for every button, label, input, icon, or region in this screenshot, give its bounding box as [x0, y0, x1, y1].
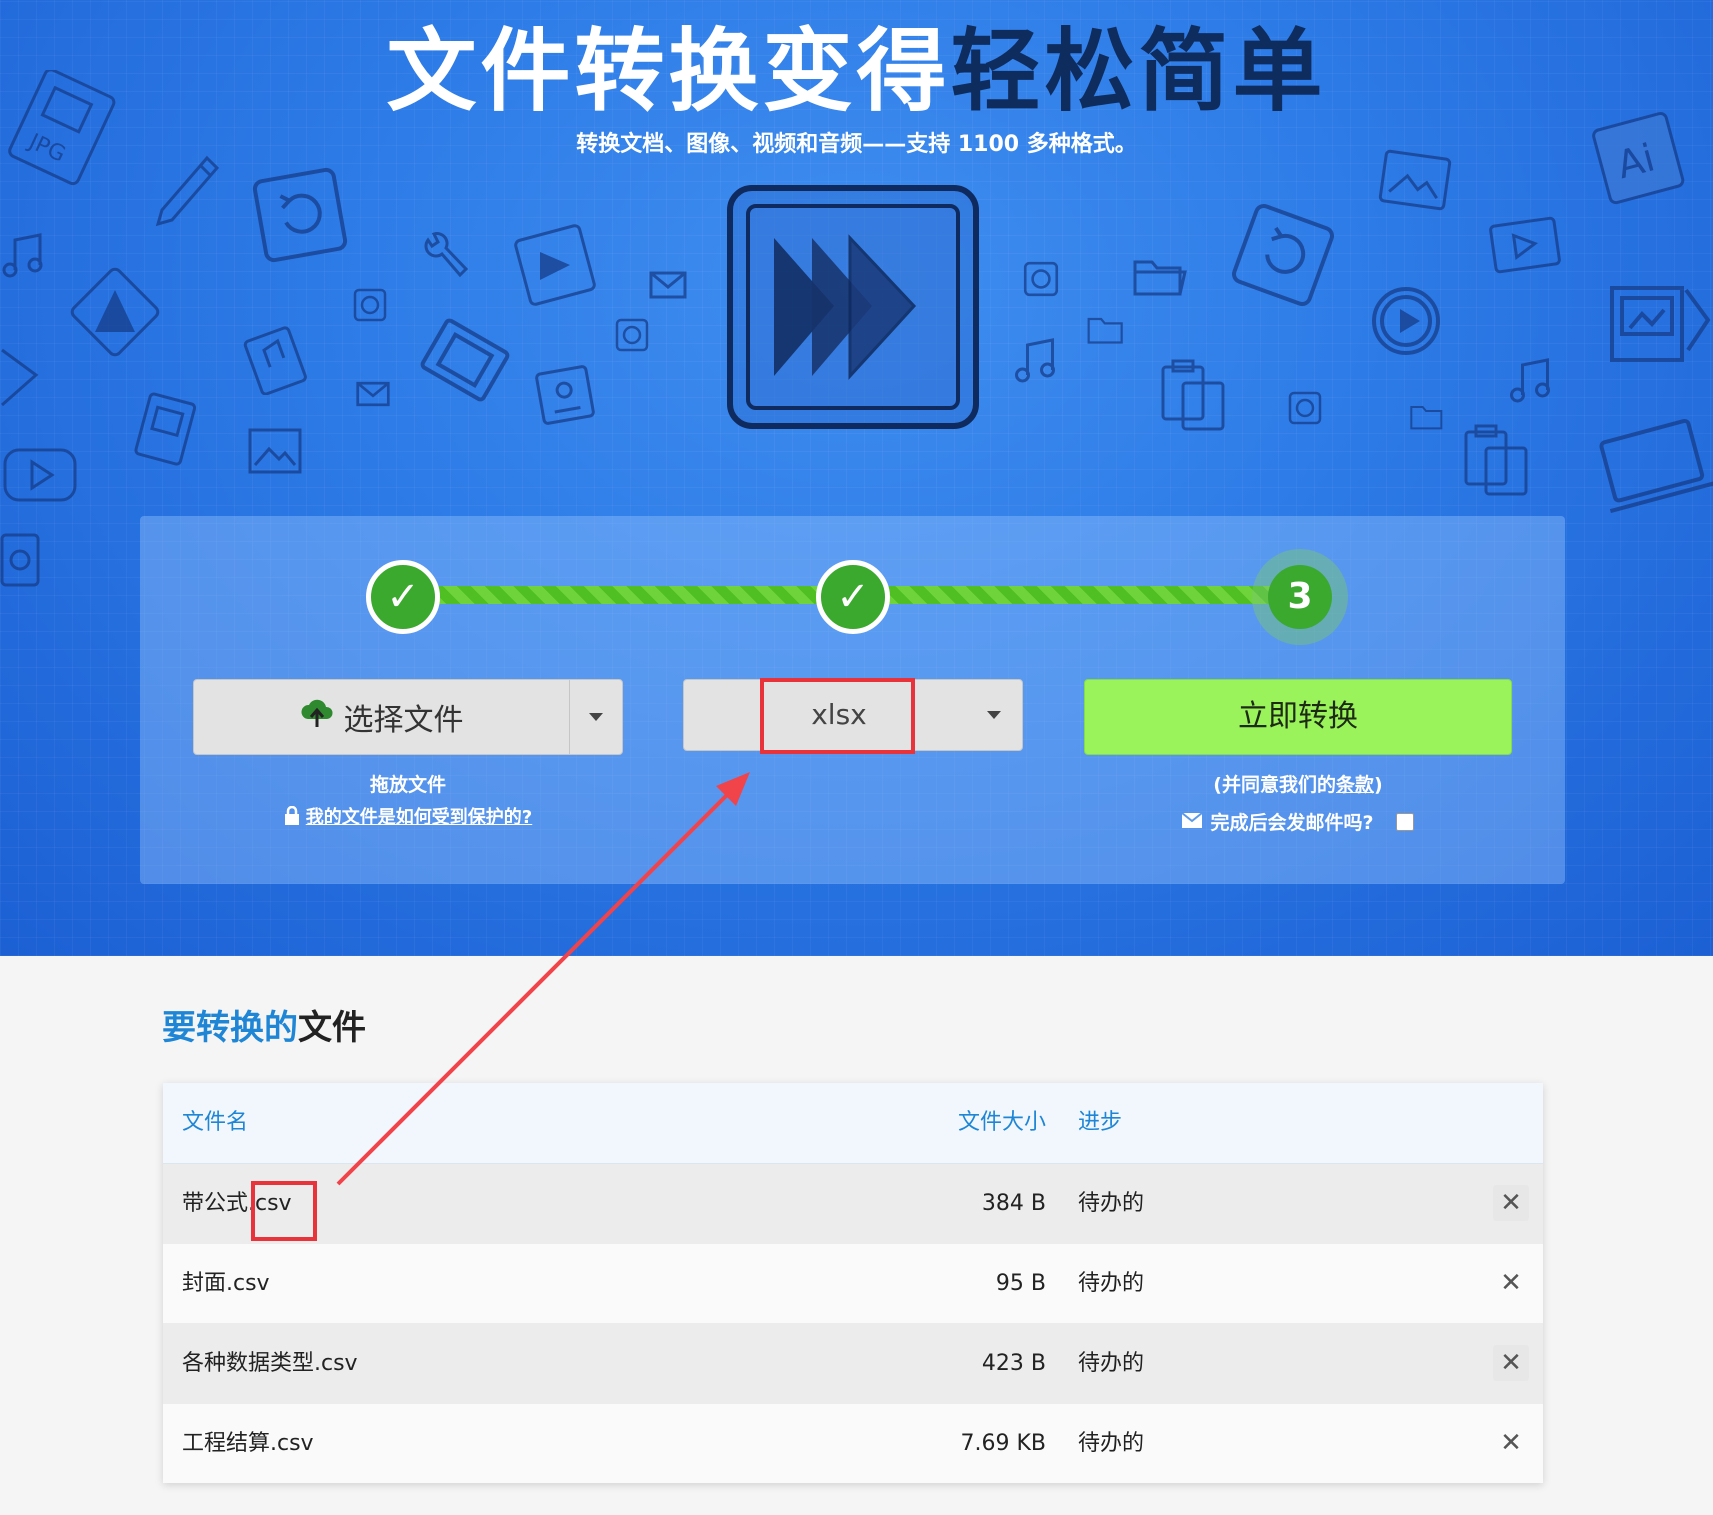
format-dropdown-toggle[interactable]	[966, 680, 1022, 750]
envelope-icon	[1181, 811, 1204, 833]
column-header-size[interactable]: 文件大小	[958, 1083, 1046, 1163]
protect-link[interactable]: 我的文件是如何受到保护的?	[306, 807, 532, 828]
email-checkbox[interactable]	[1395, 812, 1414, 831]
email-label: 完成后会发邮件吗?	[1210, 812, 1374, 834]
cloud-upload-icon	[300, 697, 334, 737]
page-title-part1: 文件转换变得	[386, 19, 951, 124]
table-header: 文件名 文件大小 进步	[163, 1083, 1543, 1164]
mov-file-icon	[130, 390, 200, 470]
step-2-check-icon: ✓	[816, 560, 890, 634]
column-header-name[interactable]: 文件名	[182, 1083, 248, 1163]
contact-file-icon	[530, 360, 600, 430]
table-row: 工程结算.csv 7.69 KB 待办的 ✕	[163, 1404, 1543, 1483]
round-play-icon	[0, 335, 40, 415]
file-size: 423 B	[981, 1351, 1046, 1376]
table-row: 封面.csv 95 B 待办的 ✕	[163, 1244, 1543, 1324]
file-size: 95 B	[995, 1271, 1046, 1296]
refresh-small-icon	[350, 285, 390, 325]
remove-file-close-icon[interactable]: ✕	[1493, 1345, 1529, 1381]
music-note-icon-3	[1505, 355, 1560, 405]
refresh-small-icon-3	[1020, 258, 1062, 300]
play-button-icon	[0, 440, 80, 510]
files-table: 文件名 文件大小 进步 带公式.csv 384 B 待办的 ✕ 封面.csv 9…	[163, 1083, 1543, 1483]
terms-prefix: (并同意我们的	[1213, 774, 1336, 796]
refresh-small-icon-4	[1285, 385, 1325, 431]
folder-small-icon	[1085, 310, 1129, 350]
file-name: 封面.csv	[182, 1271, 270, 1296]
choose-file-label: 选择文件	[343, 703, 464, 738]
choose-file-dropdown-toggle[interactable]	[569, 680, 622, 754]
lock-icon	[284, 805, 300, 831]
file-status: 待办的	[1078, 1191, 1145, 1216]
remove-file-close-icon[interactable]: ✕	[1493, 1425, 1529, 1461]
triangle-file-icon	[65, 262, 165, 362]
step-3-indicator: 3	[1268, 565, 1332, 629]
format-highlight-box	[760, 678, 915, 754]
remove-file-close-icon[interactable]: ✕	[1493, 1265, 1529, 1301]
column-header-progress[interactable]: 进步	[1078, 1083, 1122, 1163]
mail-icon	[648, 270, 688, 300]
file-status: 待办的	[1078, 1271, 1145, 1296]
terms-notice: (并同意我们的条款)	[1084, 770, 1512, 797]
chevron-down-icon	[987, 711, 1001, 719]
play-circle-icon	[1370, 285, 1442, 357]
files-title-blue: 要转换的	[162, 1008, 298, 1048]
table-row: 各种数据类型.csv 423 B 待办的 ✕	[163, 1324, 1543, 1404]
video-file-icon	[510, 220, 600, 310]
step-1-check-icon: ✓	[366, 560, 440, 634]
remove-file-close-icon[interactable]: ✕	[1493, 1185, 1529, 1221]
folder-icon	[1130, 252, 1190, 302]
files-section-title: 要转换的文件	[162, 1000, 366, 1049]
pencil-icon	[152, 150, 222, 230]
monitor-icon	[1608, 280, 1713, 370]
music-note-icon-2	[1010, 335, 1065, 385]
file-size: 7.69 KB	[960, 1431, 1047, 1456]
file-name: 工程结算.csv	[182, 1431, 314, 1456]
refresh-small-icon-2	[612, 315, 652, 355]
image-icon	[245, 425, 305, 480]
page-subtitle: 转换文档、图像、视频和音频——支持 1100 多种格式。	[576, 132, 1137, 157]
film-icon-2	[1485, 210, 1565, 280]
convert-now-button[interactable]: 立即转换	[1084, 679, 1512, 755]
protect-info: 我的文件是如何受到保护的?	[193, 803, 623, 831]
laptop-icon	[1598, 410, 1713, 520]
refresh-large-icon	[1228, 200, 1338, 310]
file-size: 384 B	[981, 1191, 1046, 1216]
table-row: 带公式.csv 384 B 待办的 ✕	[163, 1164, 1543, 1244]
film-icon	[420, 315, 510, 405]
terms-suffix: )	[1374, 774, 1383, 796]
refresh-icon	[250, 165, 350, 265]
convert-logo-icon	[722, 180, 984, 439]
clipboard-icon-2	[1458, 420, 1538, 500]
file-status: 待办的	[1078, 1431, 1145, 1456]
refresh-side-icon	[0, 530, 44, 590]
email-notify: 完成后会发邮件吗?	[1084, 808, 1512, 835]
choose-file-button[interactable]: 选择文件	[193, 679, 623, 755]
file-status: 待办的	[1078, 1351, 1145, 1376]
mail-icon-2	[355, 380, 391, 408]
files-title-dark: 文件	[298, 1008, 366, 1048]
music-note-icon	[0, 230, 50, 280]
page-title-part2: 轻松简单	[950, 19, 1327, 124]
file-name: 各种数据类型.csv	[182, 1351, 358, 1376]
extension-highlight-box	[251, 1181, 317, 1241]
clipboard-icon	[1155, 355, 1235, 435]
drop-files-hint: 拖放文件	[369, 774, 446, 796]
mp3-file-icon	[240, 325, 310, 395]
page-title: 文件转换变得轻松简单	[0, 22, 1713, 122]
choose-file-main[interactable]: 选择文件	[194, 680, 569, 754]
wrench-icon	[420, 230, 470, 285]
folder-small-icon-2	[1408, 400, 1448, 434]
chevron-down-icon	[589, 713, 603, 721]
terms-link[interactable]: 条款	[1336, 774, 1374, 796]
